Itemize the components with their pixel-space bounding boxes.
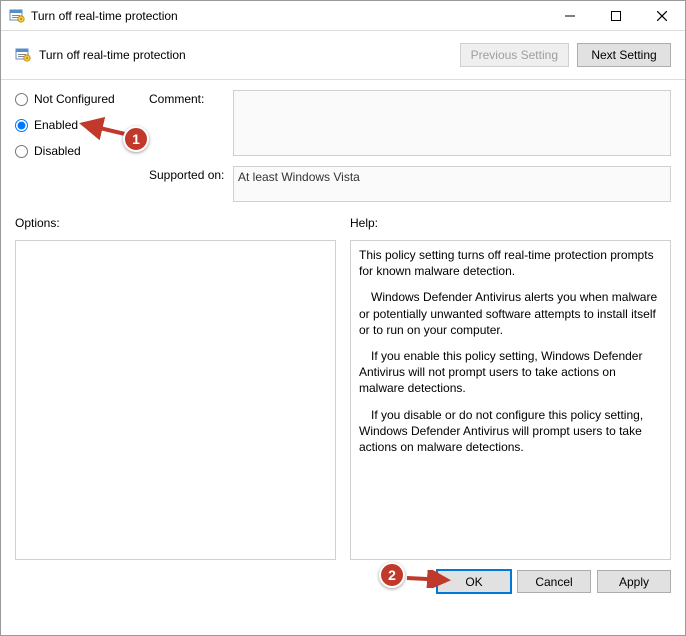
options-panel — [15, 240, 336, 560]
help-paragraph: This policy setting turns off real-time … — [359, 247, 662, 279]
apply-button[interactable]: Apply — [597, 570, 671, 593]
header: Turn off real-time protection Previous S… — [1, 31, 685, 80]
titlebar: Turn off real-time protection — [1, 1, 685, 31]
close-button[interactable] — [639, 1, 685, 31]
radio-label: Disabled — [34, 144, 81, 158]
help-paragraph: If you enable this policy setting, Windo… — [359, 348, 662, 397]
annotation-arrow-2 — [405, 570, 451, 588]
supported-on-label: Supported on: — [149, 166, 229, 182]
maximize-button[interactable] — [593, 1, 639, 31]
help-paragraph: Windows Defender Antivirus alerts you wh… — [359, 289, 662, 338]
policy-icon — [15, 47, 31, 63]
supported-on-field — [233, 166, 671, 202]
annotation-marker-2: 2 — [379, 562, 405, 588]
comment-field[interactable] — [233, 90, 671, 156]
previous-setting-button: Previous Setting — [460, 43, 569, 67]
annotation-marker-1: 1 — [123, 126, 149, 152]
radio-not-configured[interactable]: Not Configured — [15, 92, 145, 106]
minimize-button[interactable] — [547, 1, 593, 31]
help-panel: This policy setting turns off real-time … — [350, 240, 671, 560]
help-paragraph: If you disable or do not configure this … — [359, 407, 662, 456]
help-label: Help: — [350, 216, 671, 234]
policy-icon — [9, 8, 25, 24]
window-title: Turn off real-time protection — [31, 9, 547, 23]
options-label: Options: — [15, 216, 336, 234]
annotation-arrow-1 — [77, 116, 127, 140]
cancel-button[interactable]: Cancel — [517, 570, 591, 593]
footer: 2 OK Cancel Apply — [1, 560, 685, 603]
header-title: Turn off real-time protection — [39, 48, 452, 62]
radio-label: Not Configured — [34, 92, 115, 106]
next-setting-button[interactable]: Next Setting — [577, 43, 671, 67]
main: Not Configured Enabled Disabled 1 Commen… — [1, 80, 685, 560]
comment-label: Comment: — [149, 90, 229, 106]
radio-label: Enabled — [34, 118, 78, 132]
